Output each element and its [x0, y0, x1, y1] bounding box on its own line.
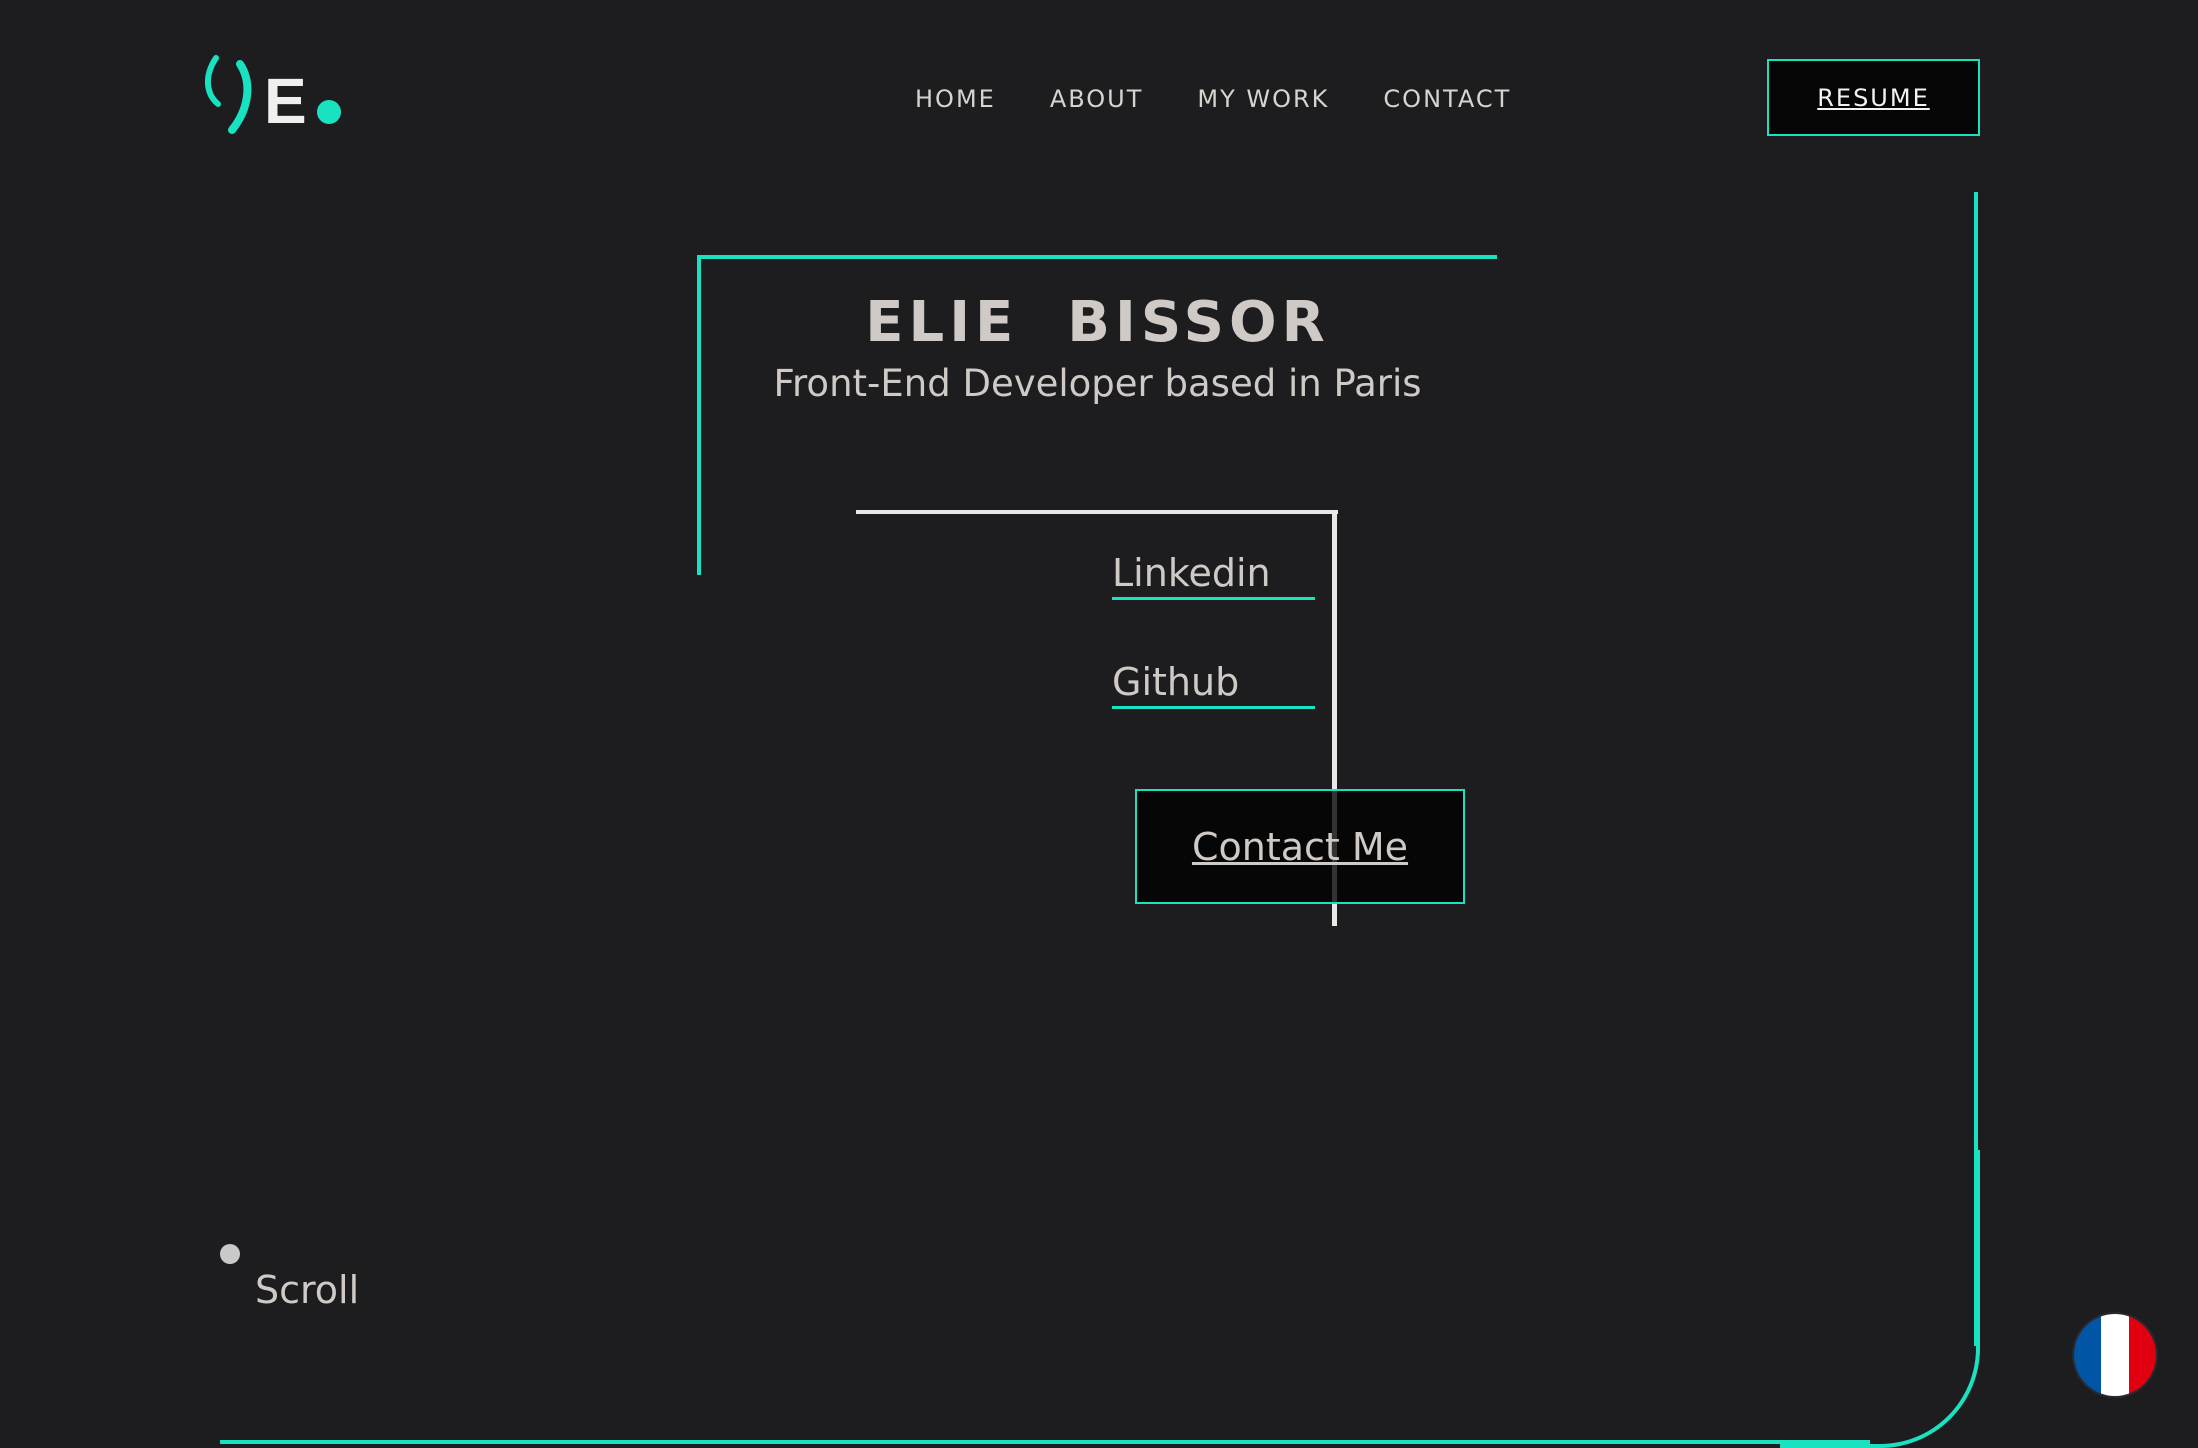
main-nav: HOME ABOUT MY WORK CONTACT — [915, 84, 1511, 114]
france-flag-icon[interactable] — [2074, 1314, 2156, 1396]
resume-button[interactable]: RESUME — [1767, 59, 1980, 136]
flag-blue-stripe — [2074, 1314, 2102, 1396]
frame-right-line — [1974, 192, 1978, 1346]
nav-about[interactable]: ABOUT — [1050, 85, 1144, 113]
scroll-indicator-dot — [220, 1244, 240, 1264]
hero-tagline: Front-End Developer based in Paris — [773, 362, 1422, 405]
logo-icon: E — [205, 55, 341, 137]
logo-letter: E — [264, 65, 307, 137]
nav-my-work[interactable]: MY WORK — [1197, 85, 1329, 113]
contact-me-button[interactable]: Contact Me — [1135, 789, 1465, 904]
bracket-top-line — [856, 510, 1338, 514]
flag-white-stripe — [2101, 1314, 2129, 1396]
flag-red-stripe — [2128, 1314, 2156, 1396]
hero-accent-top-line — [697, 255, 1497, 259]
linkedin-link[interactable]: Linkedin — [1112, 551, 1315, 600]
hero-name: ELIE BISSOR — [865, 290, 1330, 355]
frame-corner-curve — [1780, 1150, 1980, 1448]
nav-contact[interactable]: CONTACT — [1383, 85, 1511, 113]
scroll-label: Scroll — [255, 1268, 360, 1312]
github-link[interactable]: Github — [1112, 660, 1315, 709]
nav-home[interactable]: HOME — [915, 85, 996, 113]
site-logo[interactable]: E — [204, 48, 354, 138]
frame-bottom-line — [220, 1440, 1870, 1444]
